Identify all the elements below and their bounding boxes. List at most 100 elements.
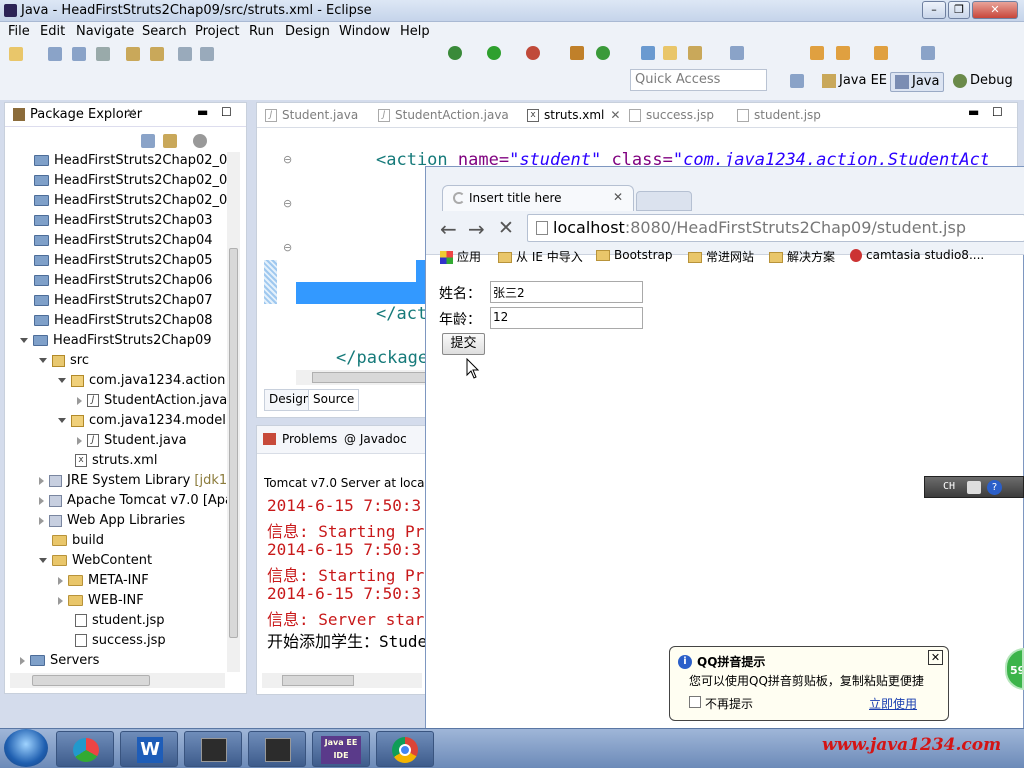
build-icon[interactable] [570,46,584,60]
run-icon[interactable] [487,46,501,60]
taskbar-app-2[interactable]: W [120,731,178,767]
tree-item-chap09[interactable]: HeadFirstStruts2Chap09 [20,332,212,352]
menu-edit[interactable]: Edit [40,24,65,39]
close-tab-icon[interactable]: ✕ [613,190,623,204]
tab-javadoc[interactable]: @ Javadoc [344,432,407,446]
menu-run[interactable]: Run [249,24,274,39]
menu-design[interactable]: Design [285,24,330,39]
perspective-java[interactable]: Java [890,72,945,92]
tree-item-webcontent[interactable]: WebContent [39,552,152,572]
menu-navigate[interactable]: Navigate [76,24,134,39]
minimize-icon[interactable]: ▬ [197,105,208,119]
expand-icon[interactable] [20,338,28,343]
fold-icon[interactable]: ⊖ [283,153,292,166]
age-input[interactable]: 12 [490,307,643,329]
save-icon[interactable] [48,47,62,61]
code-line-close-action[interactable]: </act [376,304,427,324]
bookmark-bootstrap[interactable]: Bootstrap [596,248,672,262]
expand-icon[interactable] [39,476,44,485]
tab-struts-xml[interactable]: x struts.xml ✕ [527,105,620,127]
pin-icon[interactable] [921,46,935,60]
tree-horizontal-scrollbar[interactable] [10,673,225,688]
expand-icon[interactable] [39,516,44,525]
taskbar-chrome[interactable] [376,731,434,767]
tab-success-jsp[interactable]: success.jsp [629,105,714,127]
ime-keyboard-icon[interactable] [967,481,981,494]
perspective-java-ee[interactable]: Java EE [818,72,891,92]
ime-toolbar[interactable]: CH ? [924,476,1024,498]
bookmark-apps[interactable]: 应用 [440,248,481,265]
use-now-link[interactable]: 立即使用 [869,695,917,712]
address-bar[interactable]: localhost:8080/HeadFirstStruts2Chap09/st… [527,214,1024,242]
maximize-icon[interactable]: ☐ [221,105,232,119]
bookmark-common-sites[interactable]: 常进网站 [688,248,754,265]
view-menu-icon[interactable] [193,134,207,148]
name-input[interactable]: 张三2 [490,281,643,303]
tree-item[interactable]: HeadFirstStruts2Chap08 [34,312,213,332]
dont-show-checkbox[interactable] [689,696,701,708]
close-tab-icon[interactable]: ✕ [610,108,620,122]
start-button[interactable] [4,729,48,767]
console-horizontal-scrollbar[interactable] [262,673,422,688]
open-type-icon[interactable] [126,47,140,61]
tree-item[interactable]: HeadFirstStruts2Chap02_05 [34,152,236,172]
tree-item-package[interactable]: com.java1234.model [58,412,226,432]
tree-item[interactable]: HeadFirstStruts2Chap05 [34,252,213,272]
expand-icon[interactable] [39,558,47,563]
tree-item-jre[interactable]: JRE System Library [jdk1.6 [39,472,240,492]
tree-item[interactable]: HeadFirstStruts2Chap04 [34,232,213,252]
link-editor-icon[interactable] [163,134,177,148]
tree-item-webapp[interactable]: Web App Libraries [39,512,185,532]
tree-item-package[interactable]: com.java1234.action [58,372,225,392]
scrollbar-thumb[interactable] [312,372,426,383]
tree-item[interactable]: HeadFirstStruts2Chap02_07 [34,192,236,212]
close-window-button[interactable]: ✕ [972,1,1018,19]
menu-search[interactable]: Search [142,24,187,39]
expand-icon[interactable] [39,358,47,363]
tree-item[interactable]: HeadFirstStruts2Chap06 [34,272,213,292]
next-annotation-icon[interactable] [730,46,744,60]
quick-access-field[interactable]: Quick Access [630,69,767,91]
fold-icon[interactable]: ⊖ [283,241,292,254]
expand-icon[interactable] [77,436,82,445]
open-perspective-icon[interactable] [790,74,804,88]
new-icon[interactable] [9,47,23,61]
pen-icon[interactable] [688,46,702,60]
expand-icon[interactable] [20,656,25,665]
expand-icon[interactable] [58,596,63,605]
code-line-close-package[interactable]: </package [336,348,428,368]
collapse-all-icon[interactable] [141,134,155,148]
bookmark-camtasia[interactable]: camtasia studio8.... [850,248,984,262]
tab-problems[interactable]: Problems [282,432,337,446]
taskbar-app-1[interactable] [56,731,114,767]
scrollbar-thumb[interactable] [229,248,238,638]
scrollbar-thumb[interactable] [32,675,150,686]
tree-item-webinf[interactable]: WEB-INF [58,592,144,612]
tree-item[interactable]: HeadFirstStruts2Chap07 [34,292,213,312]
fold-icon[interactable]: ⊖ [283,197,292,210]
open-resource-icon[interactable] [150,47,164,61]
expand-icon[interactable] [58,378,66,383]
taskbar-app-4[interactable] [248,731,306,767]
new-tab-button[interactable] [636,191,692,211]
maximize-icon[interactable]: ☐ [992,105,1003,119]
back-arrow-icon[interactable]: ← [440,217,457,241]
tree-item-file[interactable]: J Student.java [77,432,187,452]
tree-item-file[interactable]: student.jsp [75,612,164,632]
menu-file[interactable]: File [8,24,30,39]
source-tab[interactable]: Source [308,389,360,411]
back-icon[interactable] [810,46,824,60]
tree-item-file[interactable]: x struts.xml [75,452,157,472]
tree-item-metainf[interactable]: META-INF [58,572,149,592]
minimize-icon[interactable]: ▬ [968,105,979,119]
close-icon[interactable]: ✕ [928,650,943,665]
browser-tab[interactable]: Insert title here ✕ [442,185,634,211]
editor-horizontal-scrollbar[interactable] [296,370,426,385]
menu-project[interactable]: Project [195,24,239,39]
tree-item-src[interactable]: src [39,352,89,372]
stop-icon[interactable]: ✕ [498,217,514,239]
tab-student-java[interactable]: J Student.java [265,105,358,127]
tree-item-tomcat[interactable]: Apache Tomcat v7.0 [Apa [39,492,233,512]
tree-item-file[interactable]: success.jsp [75,632,166,652]
debug-icon[interactable] [448,46,462,60]
